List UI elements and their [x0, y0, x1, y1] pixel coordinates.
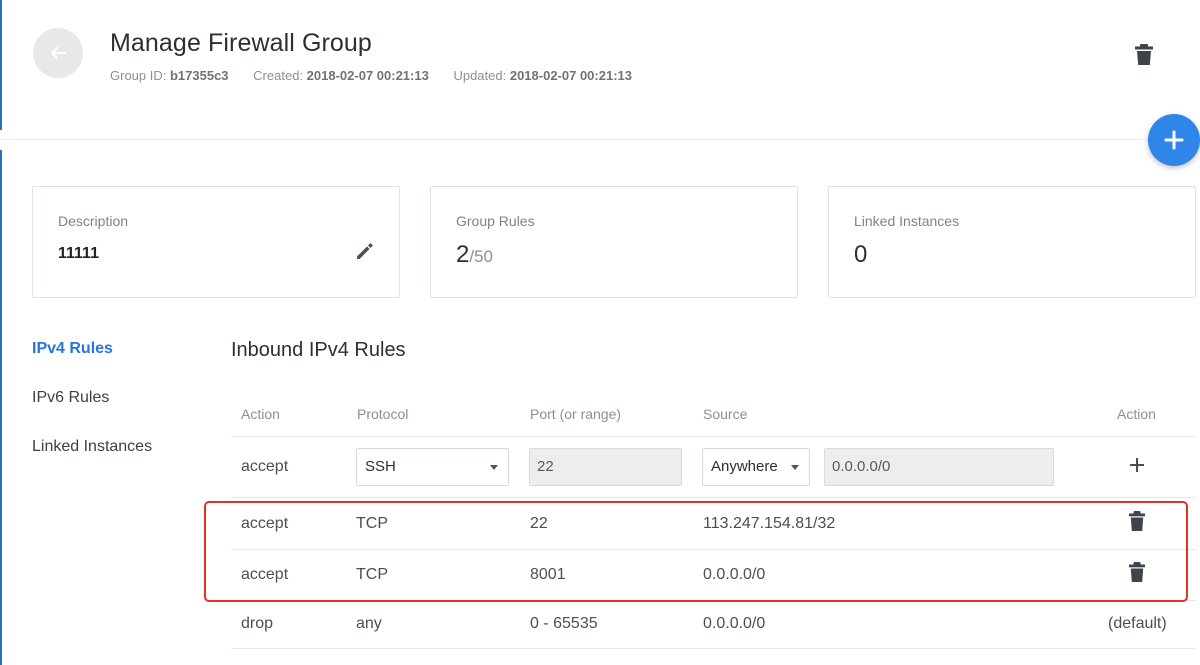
- column-header-action: Action: [241, 406, 280, 422]
- chevron-down-icon: [490, 465, 498, 470]
- column-header-row-action: Action: [1117, 406, 1156, 422]
- description-card: Description 11111: [32, 186, 400, 298]
- default-rule-note: (default): [1108, 615, 1167, 632]
- column-header-port: Port (or range): [530, 406, 622, 422]
- default-rule-port: 0 - 65535: [530, 615, 598, 632]
- add-fab-button[interactable]: [1148, 114, 1200, 166]
- source-field[interactable]: 0.0.0.0/0: [824, 448, 1054, 486]
- default-rule-source: 0.0.0.0/0: [703, 615, 766, 632]
- section-title: Inbound IPv4 Rules: [231, 339, 406, 361]
- protocol-select[interactable]: SSH: [356, 448, 509, 486]
- group-id: Group ID: b17355c3: [110, 68, 229, 83]
- linked-instances-card: Linked Instances 0: [828, 186, 1196, 298]
- arrow-left-icon: [51, 47, 66, 59]
- nav-ipv4-rules[interactable]: IPv4 Rules: [32, 340, 113, 358]
- row-divider: [231, 648, 1196, 649]
- linked-instances-value: 0: [854, 241, 868, 268]
- page-title: Manage Firewall Group: [110, 29, 372, 57]
- row-divider: [231, 497, 1196, 498]
- pencil-icon[interactable]: [355, 241, 375, 261]
- updated-date: Updated: 2018-02-07 00:21:13: [453, 68, 632, 83]
- left-edge-bar: [0, 150, 2, 665]
- new-rule-action: accept: [241, 458, 289, 475]
- nav-linked-instances[interactable]: Linked Instances: [32, 438, 152, 456]
- plus-icon: [1164, 130, 1184, 150]
- group-rules-label: Group Rules: [456, 213, 535, 229]
- protocol-select-value: SSH: [365, 458, 396, 475]
- description-label: Description: [58, 213, 129, 229]
- description-value: 11111: [58, 245, 99, 262]
- port-field[interactable]: 22: [529, 448, 682, 486]
- default-rule-action: drop: [241, 615, 274, 632]
- linked-instances-label: Linked Instances: [854, 213, 960, 229]
- back-button[interactable]: [33, 28, 83, 78]
- source-type-value: Anywhere: [711, 458, 778, 475]
- delete-group-trash-icon[interactable]: [1134, 44, 1154, 66]
- group-rules-value: 2/50: [456, 241, 493, 268]
- column-header-source: Source: [703, 406, 748, 422]
- group-meta: Group ID: b17355c3 Created: 2018-02-07 0…: [110, 68, 653, 83]
- column-header-protocol: Protocol: [357, 406, 409, 422]
- highlight-box: [204, 501, 1188, 602]
- source-type-select[interactable]: Anywhere: [702, 448, 810, 486]
- created-date: Created: 2018-02-07 00:21:13: [253, 68, 429, 83]
- nav-ipv6-rules[interactable]: IPv6 Rules: [32, 389, 109, 407]
- chevron-down-icon: [791, 465, 799, 470]
- add-rule-plus-icon[interactable]: [1127, 455, 1147, 475]
- group-rules-card: Group Rules 2/50: [430, 186, 798, 298]
- row-divider: [231, 436, 1196, 437]
- default-rule-protocol: any: [356, 615, 382, 632]
- left-edge-bar: [0, 0, 2, 130]
- header-divider: [0, 139, 1200, 140]
